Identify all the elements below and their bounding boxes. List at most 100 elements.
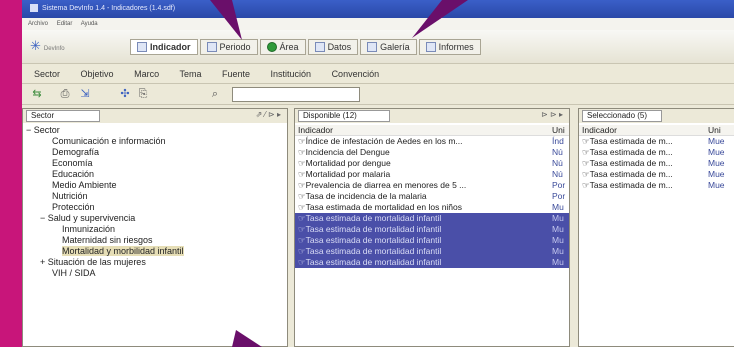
export-icon[interactable]: ⇲	[78, 88, 92, 101]
indicator-name: ☞Tasa estimada de mortalidad infantil	[298, 235, 442, 245]
tab-informes[interactable]: Informes	[418, 39, 481, 55]
indicator-name: ☞Mortalidad por malaria	[298, 169, 391, 179]
indicator-name: ☞Incidencia del Dengue	[298, 147, 390, 157]
available-table: Indicador Uni ☞Índice de infestación de A…	[295, 125, 569, 268]
table-row[interactable]: ☞Incidencia del Dengue Nú	[295, 147, 569, 158]
tree-item[interactable]: Nutrición	[26, 191, 184, 202]
application-window: Sistema DevInfo 1.4 - Indicadores (1.4.s…	[22, 0, 734, 347]
tree-item[interactable]: Economía	[26, 158, 184, 169]
tree-item[interactable]: − Sector	[26, 125, 184, 136]
indicator-unit: Mue	[708, 169, 725, 179]
tree-item[interactable]: Protección	[26, 202, 184, 213]
indicator-unit: Mu	[552, 235, 564, 245]
tree-item[interactable]: Educación	[26, 169, 184, 180]
search-icon[interactable]: ⌕	[208, 88, 222, 101]
indicator-name: ☞Mortalidad por dengue	[298, 158, 391, 168]
indicator-unit: Nú	[552, 158, 563, 168]
tree-item[interactable]: Inmunización	[26, 224, 184, 235]
nav-convencion[interactable]: Convención	[332, 69, 380, 79]
table-header: Indicador Uni	[295, 125, 569, 136]
main-tabs: Indicador Periodo Área Datos Galería Inf…	[130, 39, 483, 55]
sector-panel-title[interactable]: Sector	[26, 110, 100, 122]
indicator-unit: Índ	[552, 136, 564, 146]
indicator-unit: Mu	[552, 224, 564, 234]
indicator-unit: Mue	[708, 158, 725, 168]
window-title: Sistema DevInfo 1.4 - Indicadores (1.4.s…	[42, 5, 176, 12]
indicator-name: ☞Tasa de incidencia de la malaria	[298, 191, 427, 201]
indicator-icon	[137, 42, 147, 52]
indicator-name: ☞Tasa estimada de mortalidad infantil	[298, 213, 442, 223]
tab-periodo[interactable]: Periodo	[199, 39, 258, 55]
nav-tema[interactable]: Tema	[179, 69, 201, 79]
menu-ayuda[interactable]: Ayuda	[81, 21, 98, 27]
available-panel-title: Disponible (12)	[298, 110, 390, 122]
indicator-name: ☞Tasa estimada de mortalidad en los niño…	[298, 202, 463, 212]
indicator-name: ☞Tasa estimada de m...	[582, 180, 673, 190]
table-row[interactable]: ☞Prevalencia de diarrea en menores de 5 …	[295, 180, 569, 191]
table-row[interactable]: ☞Tasa estimada de m... Mue	[579, 158, 734, 169]
panel-controls[interactable]: ⇗ ⁄ ⊳ ▸	[256, 110, 281, 119]
indicator-name: ☞Tasa estimada de m...	[582, 158, 673, 168]
tab-area[interactable]: Área	[259, 39, 306, 55]
copy-icon[interactable]: ⎘	[136, 88, 150, 101]
indicator-name: ☞Tasa estimada de m...	[582, 136, 673, 146]
table-row[interactable]: ☞Tasa estimada de m... Mue	[579, 136, 734, 147]
indicator-name: ☞Tasa estimada de m...	[582, 169, 673, 179]
table-row[interactable]: ☞Tasa estimada de mortalidad infantil Mu	[295, 224, 569, 235]
table-header: Indicador Uni	[579, 125, 734, 136]
indicator-name: ☞Tasa estimada de mortalidad infantil	[298, 257, 442, 267]
table-row[interactable]: ☞Tasa estimada de mortalidad en los niño…	[295, 202, 569, 213]
report-icon	[425, 42, 436, 52]
tree-item[interactable]: Comunicación e información	[26, 136, 184, 147]
indicator-name: ☞Prevalencia de diarrea en menores de 5 …	[298, 180, 467, 190]
table-row[interactable]: ☞Tasa estimada de m... Mue	[579, 180, 734, 191]
nav-marco[interactable]: Marco	[134, 69, 159, 79]
table-row[interactable]: ☞Tasa estimada de m... Mue	[579, 169, 734, 180]
table-row[interactable]: ☞Tasa estimada de mortalidad infantil Mu	[295, 257, 569, 268]
menu-editar[interactable]: Editar	[57, 21, 73, 27]
menu-bar: Archivo Editar Ayuda	[22, 18, 734, 30]
tab-indicador[interactable]: Indicador	[130, 39, 198, 55]
print-icon[interactable]: ⎙	[58, 88, 72, 101]
selected-panel: Seleccionado (5) Indicador Uni ☞Tasa esti…	[578, 108, 734, 347]
nav-objetivo[interactable]: Objetivo	[81, 69, 114, 79]
menu-archivo[interactable]: Archivo	[28, 21, 48, 27]
table-row[interactable]: ☞Tasa estimada de m... Mue	[579, 147, 734, 158]
table-row[interactable]: ☞Tasa estimada de mortalidad infantil Mu	[295, 213, 569, 224]
action-toolbar: ⇆ ⎙ ⇲ ✣ ⎘ ⌕	[22, 84, 734, 105]
panel-controls[interactable]: ⊳ ⊳ ▸	[541, 110, 563, 119]
table-row[interactable]: ☞Mortalidad por dengue Nú	[295, 158, 569, 169]
indicator-unit: Mu	[552, 213, 564, 223]
indicator-unit: Mue	[708, 147, 725, 157]
indicator-unit: Mue	[708, 136, 725, 146]
main-toolbar: ✳ DevInfo Indicador Periodo Área Datos Ga…	[22, 30, 734, 64]
table-row[interactable]: ☞Tasa estimada de mortalidad infantil Mu	[295, 235, 569, 246]
indicator-unit: Por	[552, 180, 566, 190]
app-icon	[30, 4, 38, 13]
available-panel: Disponible (12) ⊳ ⊳ ▸ Indicador Uni ☞Índi…	[294, 108, 570, 347]
tree-item[interactable]: − Salud y supervivencia	[26, 213, 184, 224]
back-icon[interactable]: ⇆	[30, 88, 44, 101]
tree-item[interactable]: + Situación de las mujeres	[26, 257, 184, 268]
tree-item-selected[interactable]: Mortalidad y morbilidad infantil	[26, 246, 184, 257]
table-row[interactable]: ☞Tasa de incidencia de la malaria Por	[295, 191, 569, 202]
table-row[interactable]: ☞Tasa estimada de mortalidad infantil Mu	[295, 246, 569, 257]
tree-item[interactable]: Medio Ambiente	[26, 180, 184, 191]
indicator-unit: Mu	[552, 246, 564, 256]
nav-fuente[interactable]: Fuente	[222, 69, 250, 79]
nav-sector[interactable]: Sector	[34, 69, 60, 79]
table-row[interactable]: ☞Índice de infestación de Aedes en los m…	[295, 136, 569, 147]
app-logo: ✳ DevInfo	[30, 38, 65, 53]
database-icon	[314, 42, 325, 52]
tree-item[interactable]: Maternidad sin riesgos	[26, 235, 184, 246]
tab-datos[interactable]: Datos	[307, 39, 359, 55]
calendar-icon	[206, 42, 217, 52]
tab-galeria[interactable]: Galería	[360, 39, 417, 55]
table-row[interactable]: ☞Mortalidad por malaria Nú	[295, 169, 569, 180]
tree-item[interactable]: VIH / SIDA	[26, 268, 184, 279]
sector-tree: − Sector Comunicación e información Demo…	[26, 125, 184, 279]
nav-institucion[interactable]: Institución	[271, 69, 312, 79]
tree-item[interactable]: Demografía	[26, 147, 184, 158]
move-icon[interactable]: ✣	[118, 88, 132, 101]
search-input[interactable]	[232, 87, 360, 102]
